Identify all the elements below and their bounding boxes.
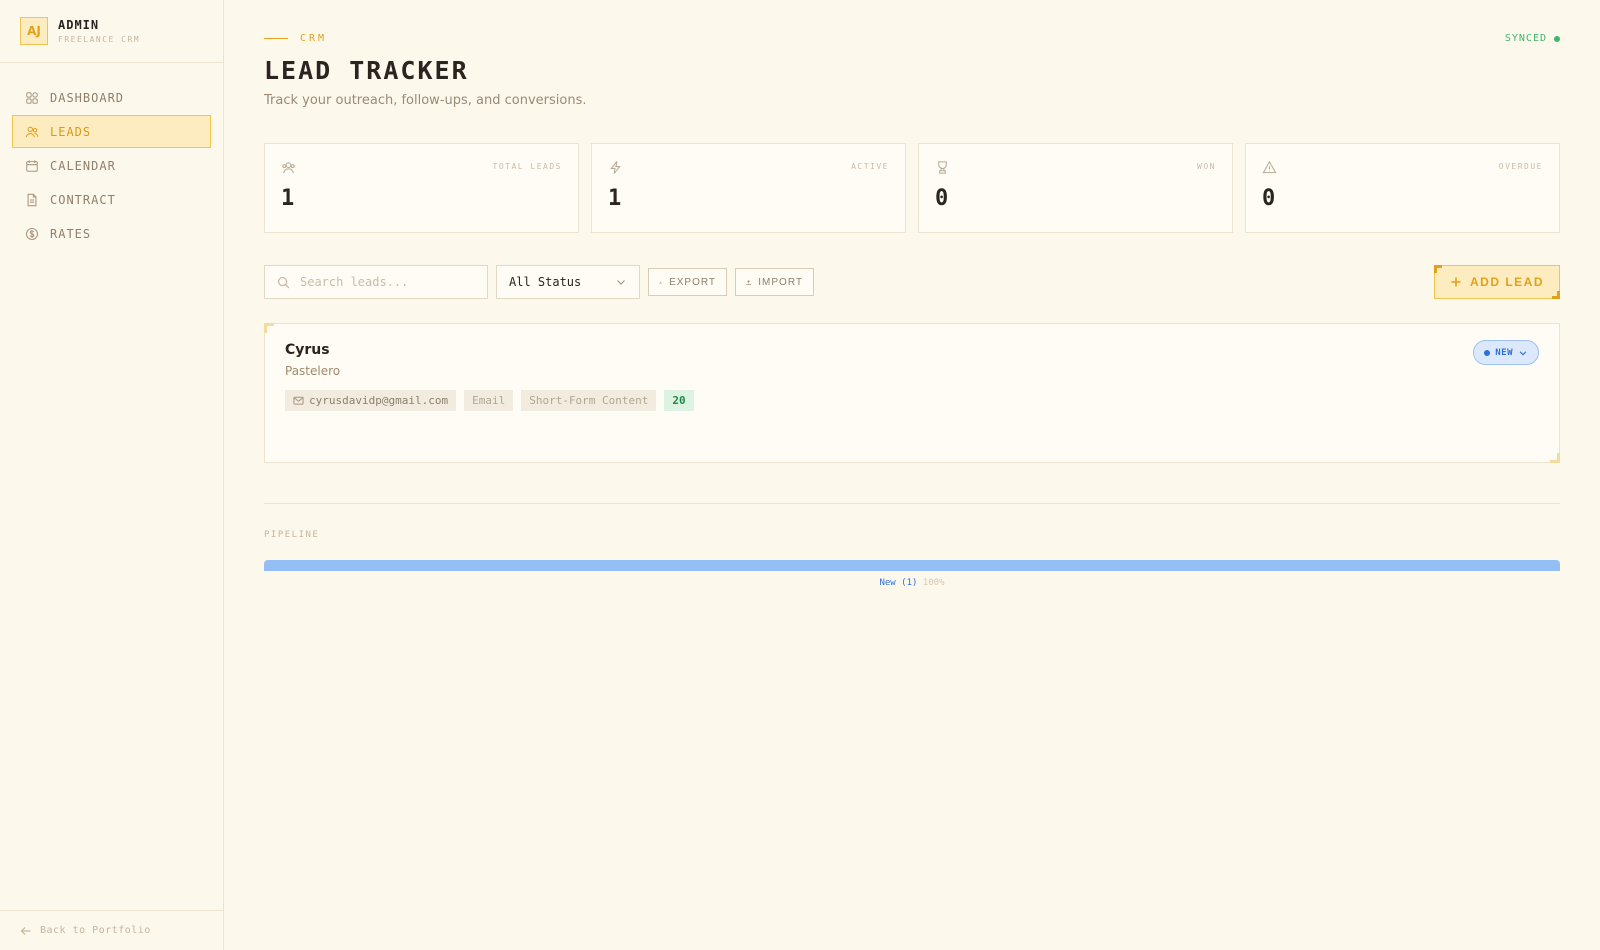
export-label: EXPORT xyxy=(669,276,716,288)
brand-name: ADMIN xyxy=(58,18,100,32)
lead-service-tag: Short-Form Content xyxy=(521,390,657,411)
search-input[interactable] xyxy=(300,275,470,289)
mail-icon xyxy=(293,396,304,405)
import-button[interactable]: IMPORT xyxy=(735,268,814,296)
sidebar-item-dashboard[interactable]: DASHBOARD xyxy=(12,81,211,114)
sidebar-item-contract[interactable]: CONTRACT xyxy=(12,183,211,216)
calendar-icon xyxy=(26,159,38,172)
lead-score-badge: 20 xyxy=(664,390,694,411)
page-title: LEAD TRACKER xyxy=(264,56,469,85)
brand-text: ADMIN FREELANCE CRM xyxy=(58,18,140,44)
pipeline-legend-name: New xyxy=(879,578,896,588)
chevron-down-icon xyxy=(1519,350,1527,355)
search-icon xyxy=(277,276,290,288)
chevron-down-icon xyxy=(617,280,625,285)
back-to-portfolio-link[interactable]: Back to Portfolio xyxy=(0,910,223,950)
sidebar-item-leads[interactable]: LEADS xyxy=(12,115,211,148)
toolbar: All Status EXPORT IMPORT ADD LEAD xyxy=(264,265,1560,299)
stat-label: TOTAL LEADS xyxy=(492,162,562,171)
brand-subtitle: FREELANCE CRM xyxy=(58,35,141,44)
document-icon xyxy=(27,193,37,206)
lead-role: Pastelero xyxy=(285,364,341,378)
lead-email-tag[interactable]: cyrusdavidp@gmail.com xyxy=(285,390,457,411)
add-lead-button[interactable]: ADD LEAD xyxy=(1434,265,1560,299)
section-divider xyxy=(264,503,1560,504)
lead-email: cyrusdavidp@gmail.com xyxy=(309,394,449,407)
status-dot xyxy=(1484,349,1491,356)
sidebar-item-label: CALENDAR xyxy=(50,158,116,173)
stat-value: 1 xyxy=(281,186,295,211)
sidebar-item-rates[interactable]: RATES xyxy=(12,217,211,250)
sidebar-item-label: RATES xyxy=(50,226,92,241)
sync-status: SYNCED xyxy=(1505,33,1560,44)
download-icon xyxy=(659,280,662,284)
import-label: IMPORT xyxy=(758,276,803,288)
status-filter-value: All Status xyxy=(509,275,582,289)
lead-tags: cyrusdavidp@gmail.com Email Short-Form C… xyxy=(285,390,694,411)
sidebar-item-calendar[interactable]: CALENDAR xyxy=(12,149,211,182)
arrow-left-icon xyxy=(20,926,31,935)
sync-status-label: SYNCED xyxy=(1504,33,1547,44)
export-button[interactable]: EXPORT xyxy=(648,268,727,296)
pipeline-legend-percent: 100% xyxy=(922,578,945,588)
brand-header: AJ ADMIN FREELANCE CRM xyxy=(0,0,223,63)
trophy-icon xyxy=(938,161,947,174)
stat-value: 0 xyxy=(935,186,949,211)
stat-card-total-leads: TOTAL LEADS 1 xyxy=(264,143,579,233)
corner-accent xyxy=(1434,265,1442,273)
dashboard-icon xyxy=(26,91,38,104)
sidebar-item-label: CONTRACT xyxy=(50,192,116,207)
users-icon xyxy=(282,162,295,174)
corner-accent xyxy=(1552,291,1560,299)
page-subtitle: Track your outreach, follow-ups, and con… xyxy=(264,93,587,108)
lead-name: Cyrus xyxy=(285,342,330,358)
sidebar-item-label: DASHBOARD xyxy=(50,90,125,105)
stat-card-overdue: OVERDUE 0 xyxy=(1245,143,1560,233)
stat-label: WON xyxy=(1197,162,1216,171)
plus-icon xyxy=(1451,277,1461,287)
lead-status-dropdown[interactable]: NEW xyxy=(1473,340,1539,365)
stat-label: ACTIVE xyxy=(851,162,889,171)
back-label: Back to Portfolio xyxy=(40,925,151,936)
lightning-icon xyxy=(610,161,621,174)
sync-status-dot xyxy=(1554,35,1560,42)
upload-icon xyxy=(746,279,751,285)
avatar[interactable]: AJ xyxy=(20,17,48,45)
add-lead-label: ADD LEAD xyxy=(1470,275,1544,289)
lead-card[interactable]: Cyrus Pastelero cyrusdavidp@gmail.com Em… xyxy=(264,323,1560,463)
dollar-icon xyxy=(25,227,39,240)
users-icon xyxy=(25,126,39,137)
eyebrow-line xyxy=(264,38,288,39)
stat-value: 1 xyxy=(608,186,622,211)
sidebar-item-label: LEADS xyxy=(50,124,92,139)
pipeline-bar-new xyxy=(264,560,1560,571)
pipeline-label: PIPELINE xyxy=(264,530,320,540)
corner-accent xyxy=(264,323,274,333)
stat-value: 0 xyxy=(1262,186,1276,211)
stat-card-active: ACTIVE 1 xyxy=(591,143,906,233)
warning-icon xyxy=(1262,160,1277,174)
lead-status-label: NEW xyxy=(1495,347,1513,358)
sidebar: AJ ADMIN FREELANCE CRM DASHBOARD LEADS C… xyxy=(0,0,224,950)
stat-label: OVERDUE xyxy=(1498,162,1543,171)
eyebrow-label: CRM xyxy=(300,33,328,44)
corner-accent xyxy=(1550,453,1560,463)
search-box xyxy=(264,265,488,299)
lead-channel-tag: Email xyxy=(464,390,514,411)
stats-row: TOTAL LEADS 1 ACTIVE 1 WON 0 OVERDUE 0 xyxy=(264,143,1560,233)
eyebrow: CRM xyxy=(264,33,327,44)
stat-card-won: WON 0 xyxy=(918,143,1233,233)
pipeline-legend: New (1) 100% xyxy=(264,578,1560,588)
status-filter-select[interactable]: All Status xyxy=(496,265,640,299)
sidebar-nav: DASHBOARD LEADS CALENDAR CONTRACT RATES xyxy=(0,63,223,250)
pipeline-legend-count: (1) xyxy=(901,578,918,588)
